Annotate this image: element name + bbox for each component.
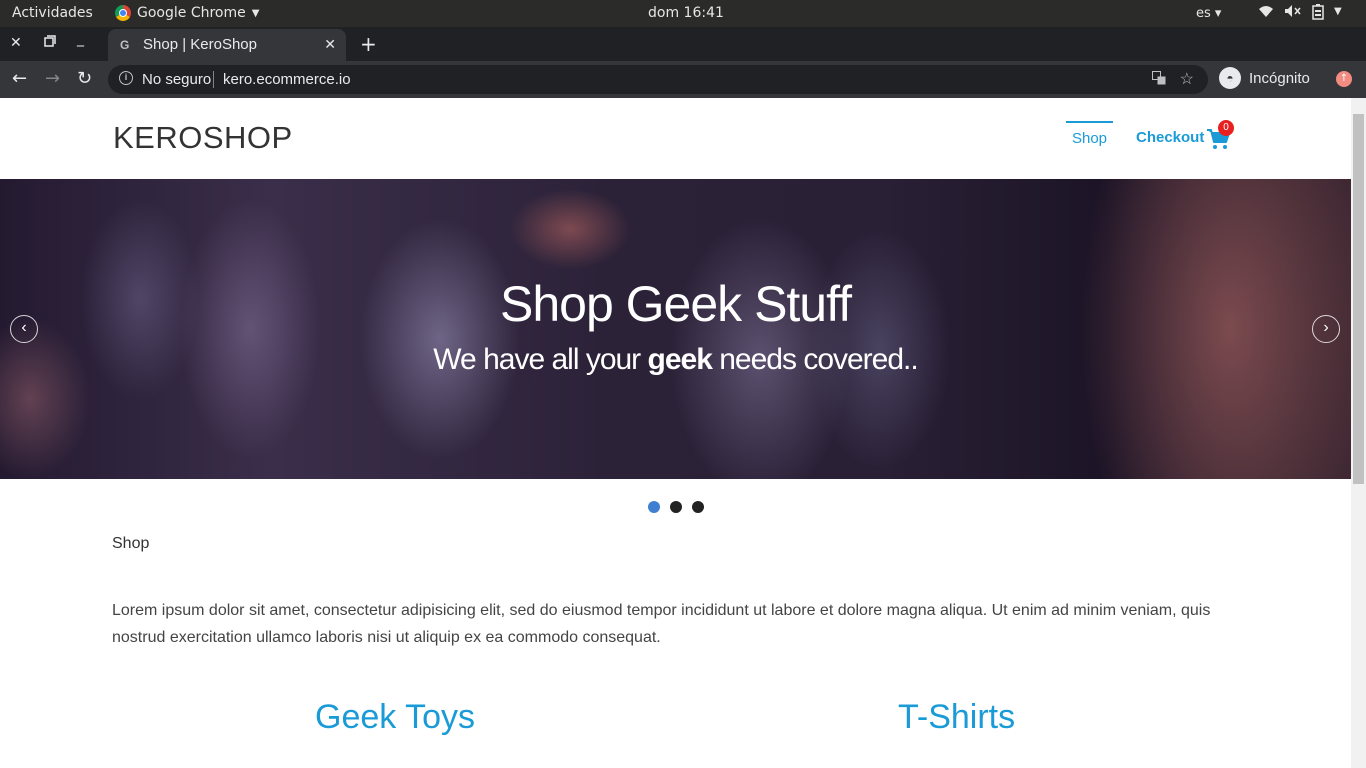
chrome-logo-icon — [115, 5, 131, 21]
security-label[interactable]: No seguro — [142, 71, 211, 88]
intro-text: Lorem ipsum dolor sit amet, consectetur … — [112, 602, 1211, 646]
minimize-icon[interactable]: _ — [77, 31, 84, 47]
app-name: Google Chrome — [137, 5, 246, 21]
clock[interactable]: dom 16:41 — [648, 5, 724, 21]
hero-subtitle-emphasis: geek — [647, 343, 713, 376]
browser-toolbar: ← → ↻ i No seguro kero.ecommerce.io ☆ — [0, 61, 1366, 98]
category-t-shirts[interactable]: T-Shirts — [898, 698, 1015, 737]
carousel-indicators — [648, 501, 704, 513]
wifi-icon — [1258, 4, 1274, 24]
tab-strip: ✕ _ G Shop | KeroShop ✕ + — [0, 27, 1366, 61]
carousel-dot[interactable] — [670, 501, 682, 513]
caret-down-icon: ▼ — [251, 7, 260, 19]
address-bar[interactable]: i No seguro kero.ecommerce.io ☆ — [108, 65, 1208, 94]
translate-icon[interactable] — [1152, 71, 1166, 88]
page-viewport: KEROSHOP Shop Checkout 0 Shop Geek Stuff… — [0, 98, 1351, 768]
divider — [213, 71, 214, 88]
hero-subtitle: We have all your geek needs covered.. — [0, 343, 1351, 377]
hero-carousel[interactable]: Shop Geek Stuff We have all your geek ne… — [0, 179, 1351, 479]
hero-subtitle-post: needs covered.. — [711, 343, 918, 376]
update-icon[interactable]: ↑ — [1336, 71, 1352, 87]
chevron-right-icon[interactable]: › — [1312, 315, 1340, 343]
breadcrumb[interactable]: Shop — [112, 535, 149, 553]
tab-title: Shop | KeroShop — [143, 36, 257, 53]
system-tray[interactable]: ▼ — [1258, 4, 1342, 24]
carousel-dot[interactable] — [692, 501, 704, 513]
tab-favicon: G — [120, 38, 130, 52]
hero-title: Shop Geek Stuff — [500, 276, 852, 332]
tab-active[interactable]: G Shop | KeroShop ✕ — [108, 29, 346, 61]
cart-count-badge: 0 — [1218, 120, 1234, 136]
back-arrow-icon[interactable]: ← — [12, 68, 27, 89]
activities-button[interactable]: Actividades — [12, 5, 93, 21]
site-logo[interactable]: KEROSHOP — [113, 120, 293, 156]
chevron-left-icon[interactable]: ‹ — [10, 315, 38, 343]
reload-icon[interactable]: ↻ — [77, 68, 92, 89]
language-label: es — [1196, 6, 1211, 21]
battery-icon — [1312, 4, 1324, 24]
close-icon[interactable]: ✕ — [10, 35, 22, 51]
info-icon[interactable]: i — [119, 71, 133, 85]
forward-arrow-icon[interactable]: → — [45, 68, 60, 89]
scrollbar-thumb[interactable] — [1353, 114, 1364, 484]
hero-subtitle-pre: We have all your — [433, 343, 648, 376]
plus-icon[interactable]: + — [360, 32, 377, 56]
scrollbar[interactable] — [1351, 98, 1366, 768]
star-icon[interactable]: ☆ — [1180, 69, 1194, 89]
category-geek-toys[interactable]: Geek Toys — [315, 698, 475, 737]
volume-mute-icon — [1284, 4, 1302, 24]
incognito-label: Incógnito — [1249, 69, 1310, 87]
app-menu[interactable]: Google Chrome ▼ — [115, 5, 259, 21]
close-icon[interactable]: ✕ — [324, 36, 336, 53]
nav-checkout-link[interactable]: Checkout — [1136, 129, 1204, 146]
system-top-bar: Actividades Google Chrome ▼ dom 16:41 es… — [0, 0, 1366, 27]
language-indicator[interactable]: es ▾ — [1196, 6, 1221, 21]
url-text[interactable]: kero.ecommerce.io — [223, 71, 351, 88]
incognito-indicator[interactable]: ◓ Incógnito — [1219, 67, 1310, 89]
nav-shop-link[interactable]: Shop — [1066, 121, 1113, 147]
restore-icon[interactable] — [44, 35, 56, 51]
carousel-dot[interactable] — [648, 501, 660, 513]
caret-down-icon: ▼ — [1334, 6, 1342, 17]
incognito-icon: ◓ — [1219, 67, 1241, 89]
